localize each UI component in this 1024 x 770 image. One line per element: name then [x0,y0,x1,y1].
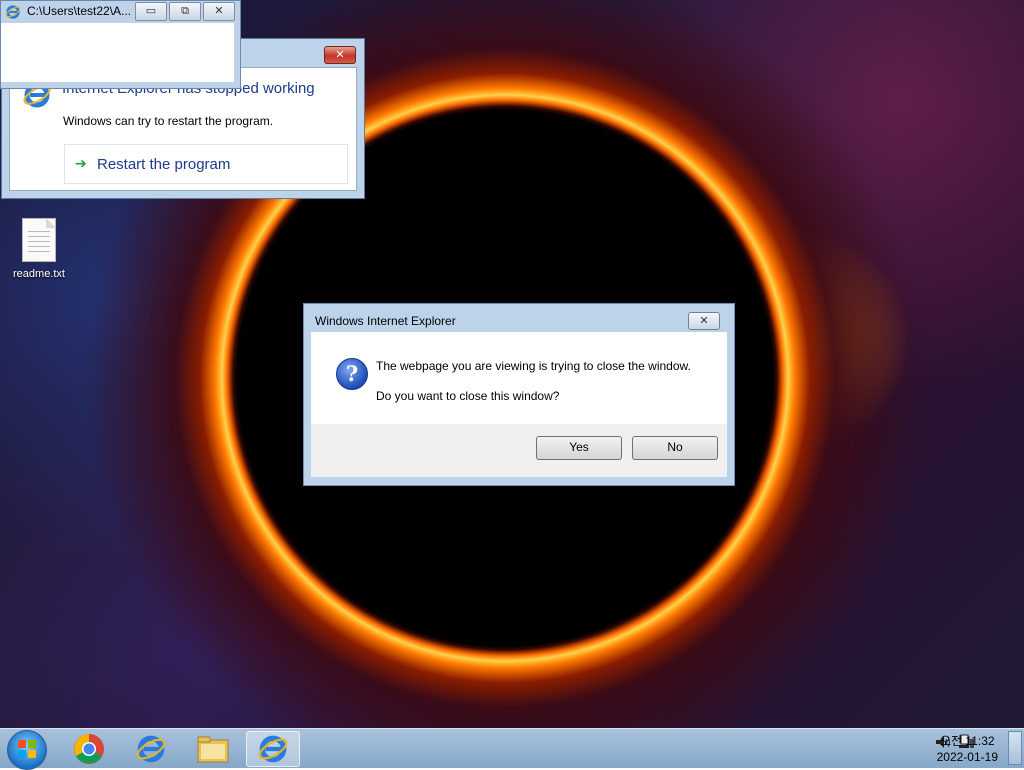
question-icon: ? [336,358,368,390]
dialog-question: Do you want to close this window? [376,389,560,403]
window-pane [1,23,234,82]
desktop-icon-readme[interactable]: readme.txt [8,218,70,280]
taskbar-file-explorer[interactable] [186,731,240,767]
explorer-window: C:\Users\test22\A... ▭ ⧉ ✕ [0,0,241,89]
dialog-message: The webpage you are viewing is trying to… [376,359,691,373]
dialog-footer: Yes No [311,424,727,477]
crash-close-button[interactable]: ✕ [324,46,356,64]
clock-time: 오전 11:32 [940,734,995,748]
internet-explorer-icon [5,5,21,19]
taskbar-internet-explorer[interactable] [124,731,178,767]
restore-button[interactable]: ⧉ [169,2,201,21]
clock-date: 2022-01-19 [936,750,998,764]
internet-explorer-icon [136,735,166,763]
chrome-icon [74,734,104,764]
close-window-dialog: Windows Internet Explorer ✕ ? The webpag… [303,303,735,486]
close-button[interactable]: ✕ [203,2,235,21]
crash-message: Windows can try to restart the program. [63,114,274,128]
restart-program-button[interactable]: ➔ Restart the program [64,144,348,184]
taskbar-internet-explorer-active[interactable] [246,731,300,767]
restart-label: Restart the program [97,156,231,173]
internet-explorer-icon [258,735,288,763]
dialog-close-button[interactable]: ✕ [688,312,720,330]
yes-button[interactable]: Yes [536,436,622,460]
window-title: C:\Users\test22\A... [27,4,132,18]
text-file-icon [22,218,56,262]
green-arrow-icon: ➔ [75,156,87,172]
taskbar: 오전 11:32 2022-01-19 [0,728,1024,770]
clock[interactable]: 오전 11:32 2022-01-19 [937,733,998,765]
start-orb-icon [18,740,36,758]
dialog-title: Windows Internet Explorer [315,314,456,328]
taskbar-chrome[interactable] [62,731,116,767]
minimize-button[interactable]: ▭ [135,2,167,21]
file-explorer-icon [197,736,229,763]
show-desktop-button[interactable] [1008,731,1022,765]
start-button[interactable] [7,730,47,770]
desktop-icon-label: readme.txt [13,268,65,280]
no-button[interactable]: No [632,436,718,460]
dialog-body: ? The webpage you are viewing is trying … [311,332,727,477]
